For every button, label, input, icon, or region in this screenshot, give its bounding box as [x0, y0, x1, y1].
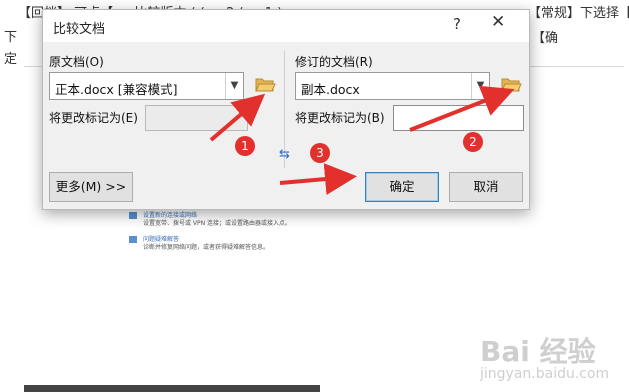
annotation-arrow-3 [279, 163, 357, 196]
annotation-arrow-2 [409, 85, 515, 132]
annotation-badge-1: 1 [235, 136, 255, 156]
annotation-arrows [209, 85, 515, 196]
annotation-badge-2: 2 [463, 132, 483, 152]
annotation-badge-3: 3 [310, 143, 330, 163]
annotation-arrow-1 [209, 93, 266, 142]
